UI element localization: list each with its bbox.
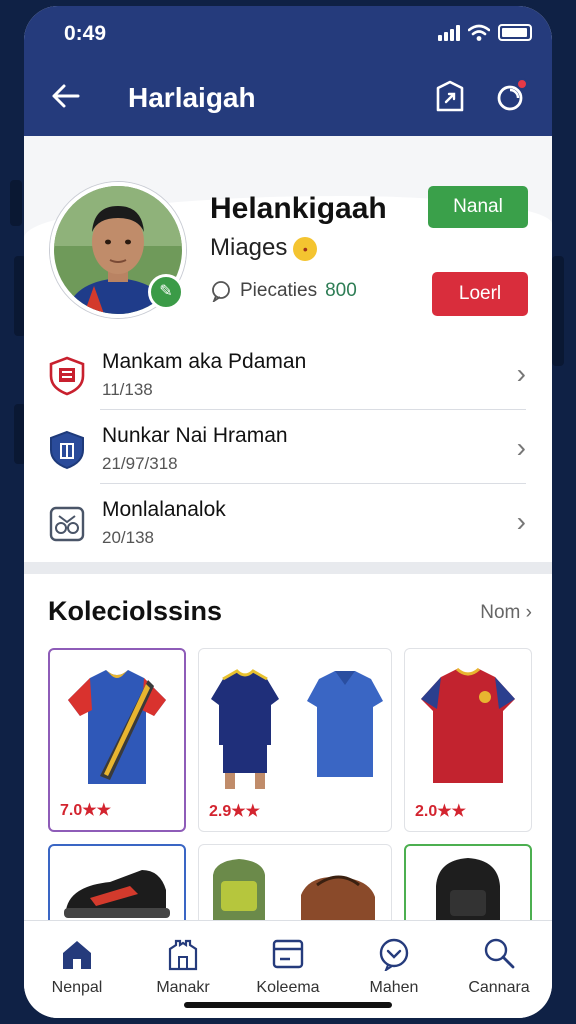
list-item-title: Mankam aka Pdaman (102, 350, 307, 373)
list-item[interactable]: Nunkar Nai Hraman 21/97/318 › (24, 410, 552, 484)
profile-section: ✎ Helankigaah Miages • Piecaties 800 Nana… (24, 136, 552, 336)
collection-more-label: Nom (480, 602, 521, 623)
nav-label: Koleema (256, 979, 320, 996)
nav-label: Manakr (156, 979, 210, 996)
stadium-icon (168, 939, 198, 971)
share-icon[interactable] (428, 76, 472, 116)
crest-emblem-gray-icon (49, 506, 85, 542)
nav-label: Nenpal (51, 979, 103, 996)
back-arrow-icon[interactable] (48, 78, 84, 114)
profile-stat-value: 800 (325, 280, 357, 301)
nav-label: Mahen (369, 979, 419, 996)
list-item[interactable]: Mankam aka Pdaman 11/138 › (24, 336, 552, 410)
shield-emblem-blue-icon (50, 430, 84, 470)
home-icon (63, 941, 91, 969)
phone-side-button (552, 256, 564, 366)
team-list: Mankam aka Pdaman 11/138 › Nunkar Nai Hr… (24, 336, 552, 562)
list-item-title: Monlalanalok (102, 498, 226, 521)
phone-screen: 0:49 Harlaigah ✎ Helankigaah Miages • Pi… (24, 6, 552, 1018)
profile-name: Helankigaah (210, 192, 387, 225)
secondary-action-button[interactable]: Loerl (432, 272, 528, 316)
status-icons (438, 24, 532, 41)
list-item-title: Nunkar Nai Hraman (102, 424, 288, 447)
edit-badge-icon[interactable]: ✎ (148, 274, 184, 310)
profile-stat: Piecaties 800 (210, 280, 357, 302)
primary-action-button[interactable]: Nanal (428, 186, 528, 228)
profile-subtitle: Miages • (210, 234, 318, 262)
section-separator (24, 562, 552, 574)
battery-icon (498, 24, 532, 41)
page-title: Harlaigah (128, 82, 256, 113)
chevron-right-icon: › (516, 432, 526, 463)
nav-item-home[interactable]: Nenpal (24, 921, 130, 1018)
collection-card[interactable]: 2.9★★ (198, 648, 392, 832)
emoji-icon: • (293, 236, 318, 261)
item-rating: 7.0★★ (60, 802, 111, 819)
nav-item-search[interactable]: Cannara (446, 921, 552, 1018)
wifi-icon (468, 24, 490, 41)
profile-stat-label: Piecaties (240, 280, 318, 301)
collection-title: Koleciolssins (48, 596, 223, 626)
card-icon (272, 939, 304, 969)
app-header: 0:49 Harlaigah (24, 6, 552, 136)
collection-card[interactable]: 7.0★★ (48, 648, 186, 832)
home-indicator (184, 1002, 392, 1008)
status-time: 0:49 (64, 22, 107, 45)
item-rating: 2.0★★ (415, 803, 466, 820)
jersey-image (68, 670, 166, 784)
list-item[interactable]: Monlalanalok 20/138 › (24, 484, 552, 558)
nav-label: Cannara (468, 979, 530, 996)
search-icon (484, 938, 515, 969)
collection-more-link[interactable]: Nom › (480, 602, 532, 624)
shield-emblem-red-icon (49, 356, 85, 396)
item-rating: 2.9★★ (209, 803, 260, 820)
heart-chat-icon (379, 938, 409, 971)
bags-image (213, 859, 375, 925)
jersey-image (421, 667, 515, 783)
kit-image (211, 669, 383, 789)
list-item-subtitle: 11/138 (102, 380, 153, 399)
chevron-right-icon: › (516, 358, 526, 389)
list-item-subtitle: 21/97/318 (102, 454, 178, 473)
chevron-right-icon: › (516, 506, 526, 537)
list-item-subtitle: 20/138 (102, 528, 154, 547)
phone-side-button (10, 180, 22, 226)
profile-subtitle-text: Miages (210, 234, 288, 261)
chat-bubble-icon (212, 281, 230, 302)
signal-icon (438, 25, 460, 41)
collection-card[interactable]: 2.0★★ (404, 648, 532, 832)
notification-icon[interactable] (490, 76, 534, 116)
notification-badge (516, 78, 528, 90)
